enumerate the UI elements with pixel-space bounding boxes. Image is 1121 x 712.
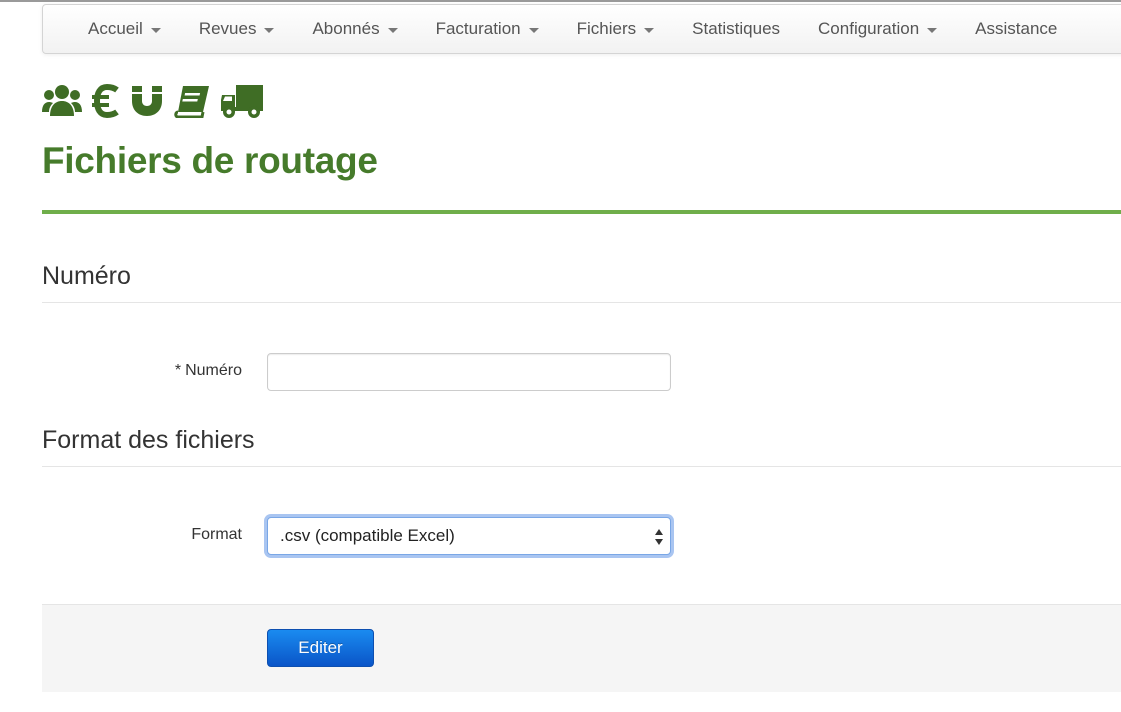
nav-item-label: Revues — [198, 19, 257, 38]
numero-label-text: Numéro — [185, 362, 242, 379]
caret-down-icon — [644, 27, 655, 33]
required-marker: * — [174, 362, 182, 379]
nav-item-statistiques[interactable]: Statistiques — [673, 5, 799, 53]
numero-input[interactable] — [267, 353, 671, 391]
section-legend-format: Format des fichiers — [42, 423, 1121, 467]
book-icon[interactable] — [174, 84, 210, 118]
format-label: Format — [191, 526, 242, 543]
nav-item-assistance[interactable]: Assistance — [956, 5, 1076, 53]
users-icon[interactable] — [42, 84, 82, 118]
page-title: Fichiers de routage — [42, 140, 378, 181]
editer-button[interactable]: Editer — [267, 629, 374, 667]
nav-item-label: Facturation — [435, 19, 521, 38]
select-arrows-icon — [655, 529, 663, 545]
nav-item-accueil[interactable]: Accueil — [69, 5, 180, 53]
nav-item-label: Statistiques — [692, 19, 781, 38]
main-navbar: Accueil Revues Abonnés Facturation Fichi… — [42, 4, 1121, 54]
nav-item-label: Fichiers — [576, 19, 637, 38]
nav-item-configuration[interactable]: Configuration — [799, 5, 956, 53]
title-divider — [42, 210, 1121, 214]
nav-item-label: Accueil — [88, 19, 143, 38]
caret-down-icon — [927, 27, 938, 33]
magnet-icon[interactable] — [130, 84, 164, 118]
euro-icon[interactable] — [92, 84, 120, 118]
format-select[interactable]: .csv (compatible Excel) — [267, 517, 671, 555]
section-legend-numero: Numéro — [42, 259, 1121, 303]
numero-label: * Numéro — [42, 362, 242, 380]
nav-item-revues[interactable]: Revues — [180, 5, 294, 53]
nav-item-label: Abonnés — [312, 19, 380, 38]
truck-icon[interactable] — [220, 83, 264, 119]
caret-down-icon — [387, 27, 398, 33]
caret-down-icon — [264, 27, 275, 33]
nav-item-label: Configuration — [818, 19, 920, 38]
caret-down-icon — [150, 27, 161, 33]
nav-item-facturation[interactable]: Facturation — [417, 5, 558, 53]
window-top-border — [0, 0, 1121, 2]
form-actions: Editer — [42, 604, 1121, 692]
nav-item-label: Assistance — [975, 19, 1058, 38]
module-icon-bar — [42, 82, 274, 120]
nav-menu: Accueil Revues Abonnés Facturation Fichi… — [69, 5, 1076, 53]
format-select-value: .csv (compatible Excel) — [280, 526, 455, 545]
nav-item-fichiers[interactable]: Fichiers — [558, 5, 674, 53]
caret-down-icon — [528, 27, 539, 33]
nav-item-abonnes[interactable]: Abonnés — [293, 5, 416, 53]
